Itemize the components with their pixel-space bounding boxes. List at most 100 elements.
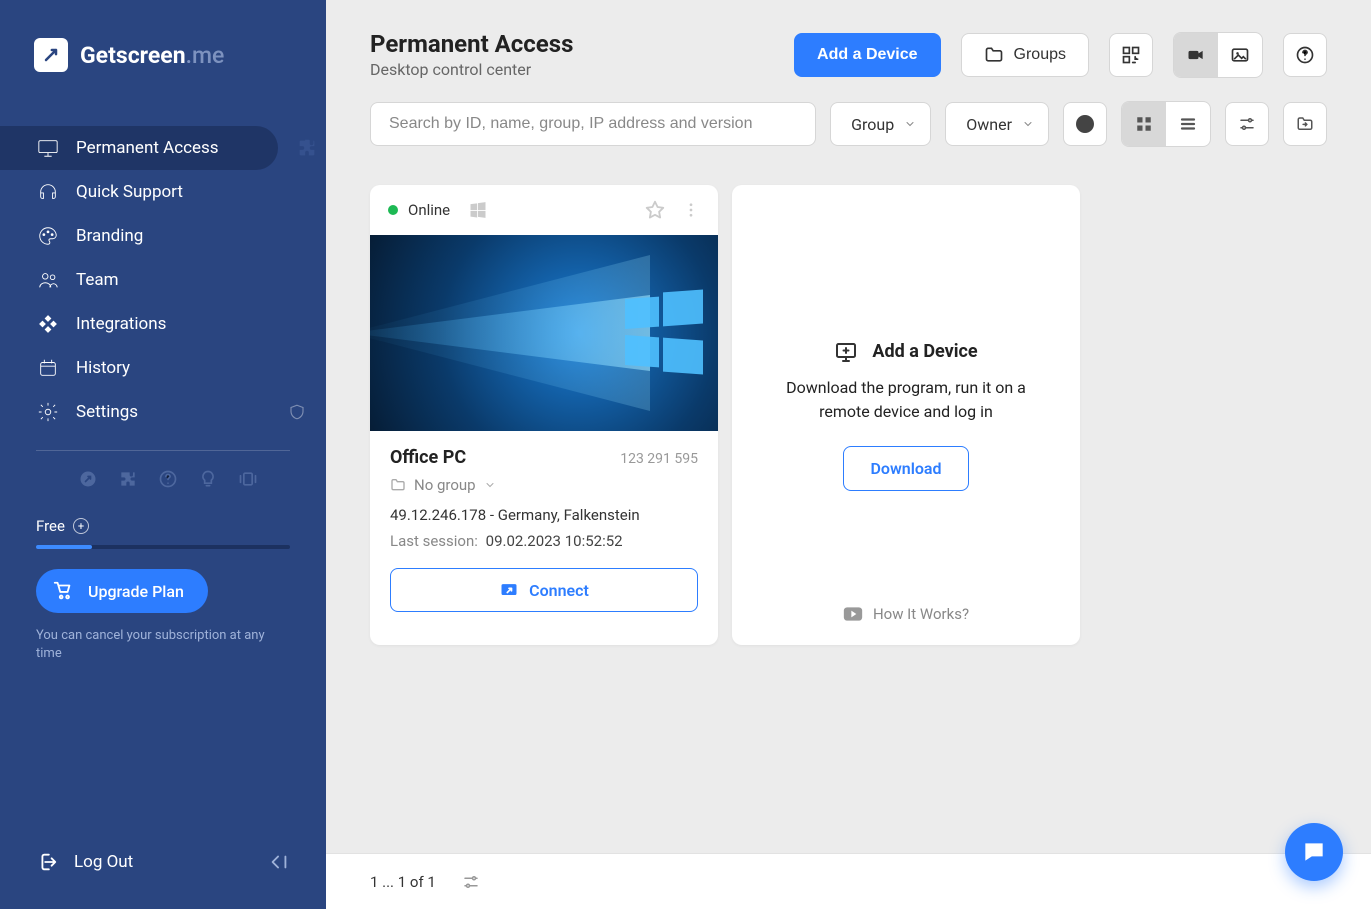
arrow-circle-icon[interactable]	[78, 469, 98, 489]
sliders-icon	[1238, 115, 1256, 133]
divider	[36, 450, 290, 451]
device-name: Office PC	[390, 447, 466, 468]
chat-icon	[1301, 839, 1327, 865]
upgrade-plan-label: Upgrade Plan	[88, 582, 184, 601]
device-status: Online	[388, 200, 488, 220]
import-button[interactable]	[1283, 102, 1327, 146]
media-toggle-group	[1173, 32, 1263, 78]
windows-icon	[468, 200, 488, 220]
sidebar-item-label: Integrations	[76, 314, 166, 334]
download-label: Download	[870, 459, 941, 478]
video-play-icon	[843, 606, 863, 622]
pagination-text: 1 ... 1 of 1	[370, 873, 436, 891]
search-input[interactable]	[370, 102, 816, 146]
group-dropdown[interactable]: Group	[830, 102, 931, 146]
sidebar-toolbar	[0, 463, 326, 489]
device-card-header: Online	[370, 185, 718, 235]
how-it-works-link[interactable]: How It Works?	[732, 605, 1080, 623]
owner-dropdown-label: Owner	[966, 115, 1012, 134]
plan-name: Free +	[36, 517, 290, 535]
brand-text: Getscreen.me	[80, 42, 224, 69]
collapse-sidebar-icon[interactable]	[268, 851, 290, 873]
device-card: Online	[370, 185, 718, 645]
device-cards: Online	[326, 147, 1371, 683]
puzzle-icon	[296, 137, 318, 159]
connect-label: Connect	[529, 581, 589, 600]
groups-label: Groups	[1014, 46, 1066, 64]
bulb-icon[interactable]	[198, 469, 218, 489]
footer-bar: 1 ... 1 of 1	[326, 853, 1371, 909]
help-button[interactable]	[1283, 33, 1327, 77]
import-icon	[1296, 115, 1314, 133]
image-toggle[interactable]	[1218, 33, 1262, 77]
star-icon[interactable]	[644, 199, 666, 221]
sidebar: Getscreen.me Permanent Access Quick Supp…	[0, 0, 326, 909]
device-thumbnail[interactable]	[370, 235, 718, 431]
sidebar-item-label: History	[76, 358, 130, 378]
logout-label: Log Out	[74, 852, 133, 872]
device-group-label: No group	[414, 476, 476, 494]
list-view-toggle[interactable]	[1166, 102, 1210, 146]
palette-icon	[36, 224, 60, 248]
device-status-text: Online	[408, 201, 450, 219]
video-toggle[interactable]	[1174, 33, 1218, 77]
sidebar-item-permanent-access[interactable]: Permanent Access	[0, 126, 278, 170]
chat-bubble-button[interactable]	[1285, 823, 1343, 881]
screen-share-icon	[499, 580, 519, 600]
device-id: 123 291 595	[620, 451, 698, 467]
team-icon	[36, 268, 60, 292]
help-icon	[1295, 45, 1315, 65]
filter-sliders-button[interactable]	[1225, 102, 1269, 146]
owner-dropdown[interactable]: Owner	[945, 102, 1049, 146]
monitor-icon	[36, 136, 60, 160]
folder-icon	[984, 45, 1004, 65]
status-dot-icon	[1076, 115, 1094, 133]
list-icon	[1179, 115, 1197, 133]
device-ip-location: 49.12.246.178 - Germany, Falkenstein	[390, 506, 698, 524]
plan-section: Free + Upgrade Plan You can cancel your …	[0, 489, 326, 663]
plan-progress	[36, 545, 290, 549]
sliders-icon	[462, 873, 480, 891]
qr-add-button[interactable]	[1109, 33, 1153, 77]
upgrade-hint: You can cancel your subscription at any …	[36, 627, 290, 663]
logout-button[interactable]: Log Out	[36, 851, 133, 873]
main: Permanent Access Desktop control center …	[326, 0, 1371, 909]
footer-filter-button[interactable]	[462, 873, 480, 891]
help-circle-icon[interactable]	[158, 469, 178, 489]
folder-icon	[390, 477, 406, 493]
sidebar-item-branding[interactable]: Branding	[0, 214, 326, 258]
settings-icon	[36, 400, 60, 424]
connect-button[interactable]: Connect	[390, 568, 698, 612]
brand-logo[interactable]: Getscreen.me	[0, 0, 326, 102]
sidebar-item-quick-support[interactable]: Quick Support	[0, 170, 326, 214]
sidebar-item-label: Team	[76, 270, 119, 290]
online-dot-icon	[388, 205, 398, 215]
device-card-body: Office PC 123 291 595 No group 49.12.246…	[370, 431, 718, 630]
add-device-button[interactable]: Add a Device	[794, 33, 940, 77]
download-button[interactable]: Download	[843, 446, 968, 491]
image-icon	[1230, 45, 1250, 65]
plus-icon[interactable]: +	[73, 518, 89, 534]
device-group-selector[interactable]: No group	[390, 476, 698, 494]
sidebar-item-team[interactable]: Team	[0, 258, 326, 302]
sidebar-item-settings[interactable]: Settings	[0, 390, 326, 434]
chevron-down-icon	[904, 118, 916, 130]
devices-icon[interactable]	[238, 469, 258, 489]
filter-bar: Group Owner	[326, 79, 1371, 147]
monitor-plus-icon	[834, 340, 858, 364]
sidebar-item-label: Quick Support	[76, 182, 183, 202]
groups-button[interactable]: Groups	[961, 33, 1089, 77]
view-toggle-group	[1121, 101, 1211, 147]
add-device-card: Add a Device Download the program, run i…	[732, 185, 1080, 645]
headset-icon	[36, 180, 60, 204]
logo-icon	[34, 38, 68, 72]
puzzle-small-icon[interactable]	[118, 469, 138, 489]
sidebar-item-label: Branding	[76, 226, 143, 246]
upgrade-plan-button[interactable]: Upgrade Plan	[36, 569, 208, 613]
sidebar-item-integrations[interactable]: Integrations	[0, 302, 326, 346]
status-filter-button[interactable]	[1063, 102, 1107, 146]
more-icon[interactable]	[682, 201, 700, 219]
grid-view-toggle[interactable]	[1122, 102, 1166, 146]
sidebar-item-history[interactable]: History	[0, 346, 326, 390]
history-icon	[36, 356, 60, 380]
